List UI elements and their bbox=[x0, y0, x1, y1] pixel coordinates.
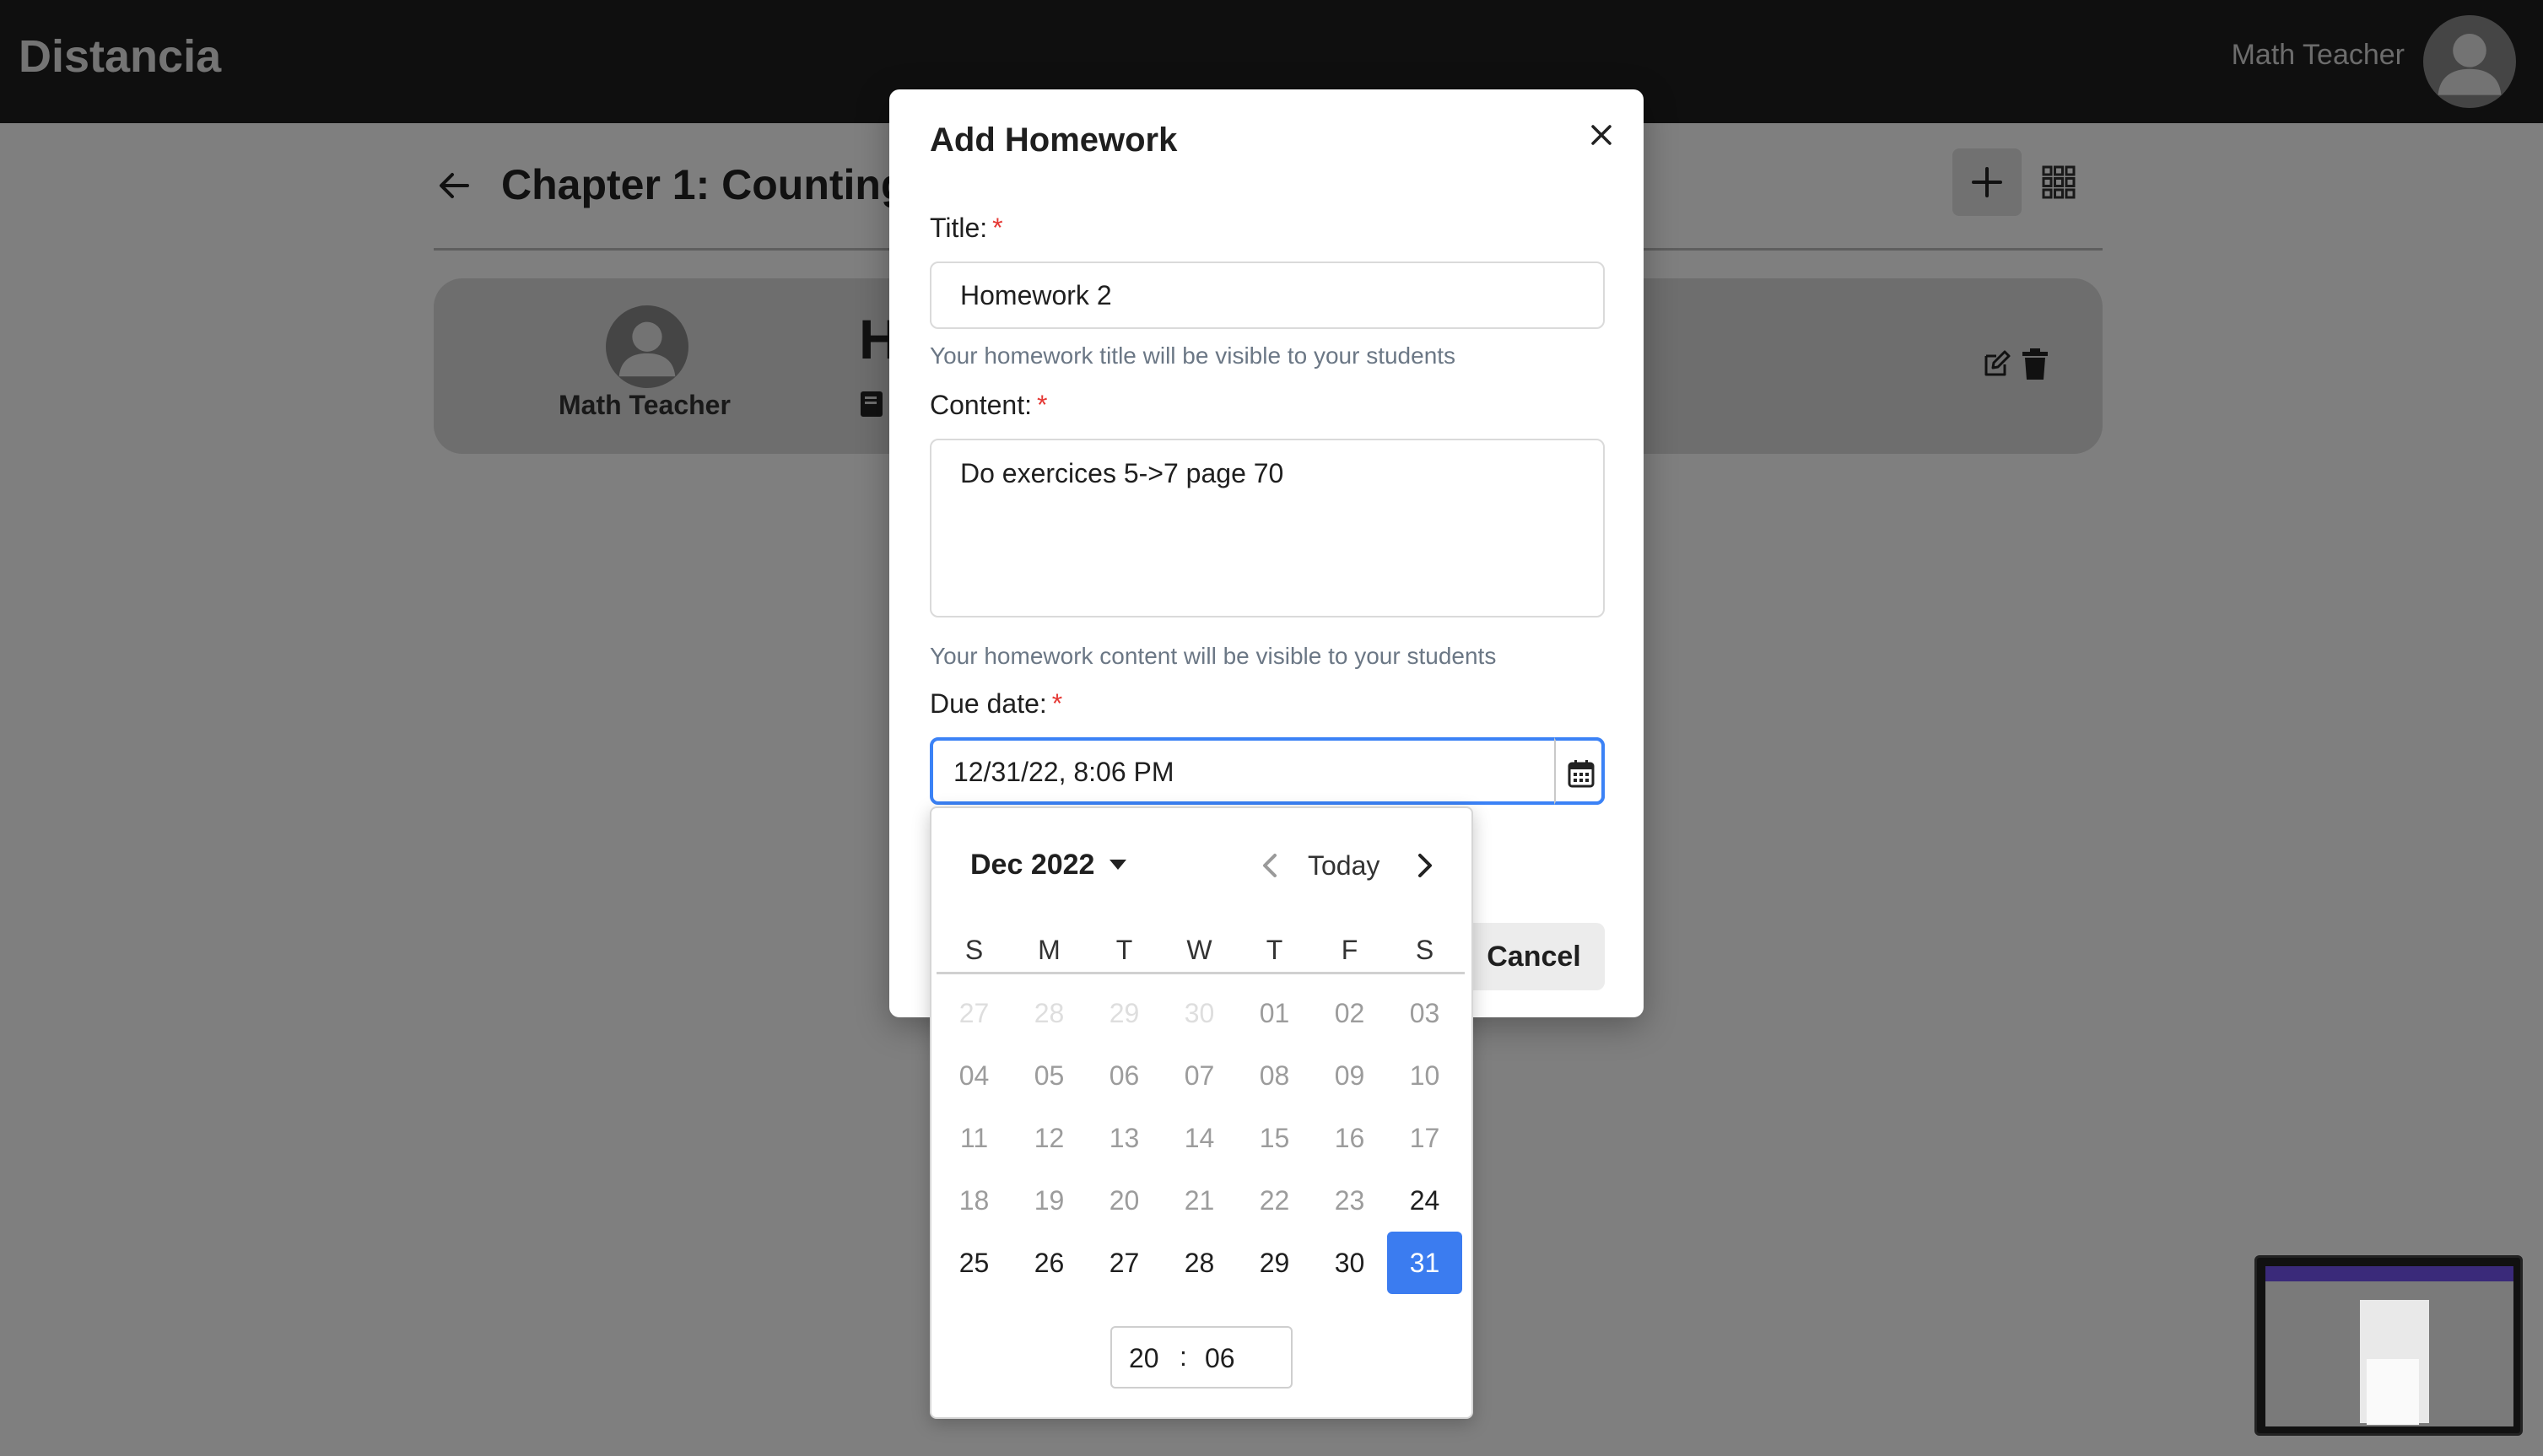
calendar-day-disabled: 07 bbox=[1184, 1060, 1215, 1091]
due-date-label: Due date: * bbox=[930, 688, 1062, 720]
content-label: Content: * bbox=[930, 390, 1047, 421]
due-date-input[interactable]: 12/31/22, 8:06 PM bbox=[930, 737, 1605, 805]
weekday-label: S bbox=[1415, 935, 1434, 965]
calendar-day-disabled: 04 bbox=[958, 1060, 990, 1091]
required-asterisk: * bbox=[1051, 688, 1063, 719]
weekday-header-row: S M T W T F S bbox=[937, 935, 1465, 974]
calendar-day-disabled: 08 bbox=[1259, 1060, 1290, 1091]
calendar-day[interactable]: 28 bbox=[1162, 1232, 1237, 1294]
cancel-button[interactable]: Cancel bbox=[1463, 923, 1605, 990]
content-helper-text: Your homework content will be visible to… bbox=[930, 643, 1497, 669]
calendar-toggle-button[interactable] bbox=[1554, 737, 1605, 805]
due-date-label-text: Due date: bbox=[930, 688, 1047, 719]
calendar-day-disabled: 06 bbox=[1109, 1060, 1140, 1091]
calendar-day-disabled: 12 bbox=[1034, 1123, 1065, 1153]
calendar-day-other-month: 27 bbox=[958, 998, 990, 1028]
weekday-label: F bbox=[1341, 935, 1358, 965]
calendar-day-disabled: 15 bbox=[1259, 1123, 1290, 1153]
calendar-day-disabled: 17 bbox=[1409, 1123, 1440, 1153]
modal-title: Add Homework bbox=[930, 121, 1178, 159]
weekday-label: T bbox=[1266, 935, 1283, 965]
calendar-day-disabled: 20 bbox=[1109, 1185, 1140, 1216]
calendar-day[interactable]: 27 bbox=[1087, 1232, 1162, 1294]
time-input[interactable]: 20 : 06 bbox=[1110, 1326, 1293, 1389]
calendar-day[interactable]: 26 bbox=[1012, 1232, 1087, 1294]
title-input[interactable]: Homework 2 bbox=[930, 262, 1605, 329]
calendar-day-disabled: 14 bbox=[1184, 1123, 1215, 1153]
calendar-day-disabled: 16 bbox=[1334, 1123, 1365, 1153]
weekday-label: W bbox=[1186, 935, 1212, 965]
calendar-day[interactable]: 25 bbox=[937, 1232, 1012, 1294]
content-label-text: Content: bbox=[930, 390, 1032, 420]
weekday-label: S bbox=[964, 935, 984, 965]
title-label: Title: * bbox=[930, 213, 1003, 244]
calendar-day-disabled: 21 bbox=[1184, 1185, 1215, 1216]
calendar-day[interactable]: 24 bbox=[1387, 1169, 1462, 1232]
month-year-selector[interactable]: Dec 2022 bbox=[970, 849, 1094, 882]
chevron-left-icon[interactable] bbox=[1257, 850, 1284, 881]
screen-thumbnail[interactable] bbox=[2254, 1255, 2523, 1436]
thumbnail-screen bbox=[2265, 1266, 2513, 1426]
close-icon[interactable] bbox=[1581, 115, 1622, 155]
calendar-icon bbox=[1568, 760, 1595, 788]
calendar-day-other-month: 28 bbox=[1034, 998, 1065, 1028]
calendar-day-disabled: 23 bbox=[1334, 1185, 1365, 1216]
calendar-day-disabled: 11 bbox=[959, 1123, 989, 1153]
calendar-day-disabled: 03 bbox=[1409, 998, 1440, 1028]
calendar-day-disabled: 18 bbox=[958, 1185, 990, 1216]
today-button[interactable]: Today bbox=[1308, 850, 1379, 882]
content-textarea[interactable]: Do exercices 5->7 page 70 bbox=[930, 439, 1605, 617]
calendar-day-disabled: 02 bbox=[1334, 998, 1365, 1028]
calendar-day-disabled: 19 bbox=[1034, 1185, 1065, 1216]
weekday-label: M bbox=[1038, 935, 1061, 965]
time-minute[interactable]: 06 bbox=[1205, 1343, 1235, 1374]
required-asterisk: * bbox=[1036, 390, 1048, 420]
calendar-day-disabled: 22 bbox=[1259, 1185, 1290, 1216]
thumbnail-topbar bbox=[2265, 1266, 2513, 1281]
weekday-label: T bbox=[1115, 935, 1133, 965]
calendar-day[interactable]: 30 bbox=[1312, 1232, 1387, 1294]
calendar-day-disabled: 01 bbox=[1259, 998, 1290, 1028]
caret-down-icon[interactable] bbox=[1109, 859, 1127, 871]
calendar-day-disabled: 09 bbox=[1334, 1060, 1365, 1091]
title-helper-text: Your homework title will be visible to y… bbox=[930, 342, 1456, 369]
calendar-day[interactable]: 29 bbox=[1237, 1232, 1312, 1294]
calendar-day-disabled: 05 bbox=[1034, 1060, 1065, 1091]
time-hour[interactable]: 20 bbox=[1129, 1343, 1159, 1374]
chevron-right-icon[interactable] bbox=[1411, 850, 1438, 881]
required-asterisk: * bbox=[992, 213, 1003, 243]
calendar-day-disabled: 13 bbox=[1109, 1123, 1140, 1153]
calendar-day-other-month: 30 bbox=[1184, 998, 1215, 1028]
calendar-day-selected[interactable]: 31 bbox=[1387, 1232, 1462, 1294]
time-separator: : bbox=[1180, 1341, 1187, 1372]
date-picker-popup: Dec 2022 Today S M T W T F S 27 28 29 30… bbox=[930, 806, 1473, 1419]
title-label-text: Title: bbox=[930, 213, 988, 243]
calendar-day-other-month: 29 bbox=[1109, 998, 1140, 1028]
thumbnail-calendar bbox=[2367, 1359, 2419, 1425]
calendar-day-disabled: 10 bbox=[1409, 1060, 1440, 1091]
